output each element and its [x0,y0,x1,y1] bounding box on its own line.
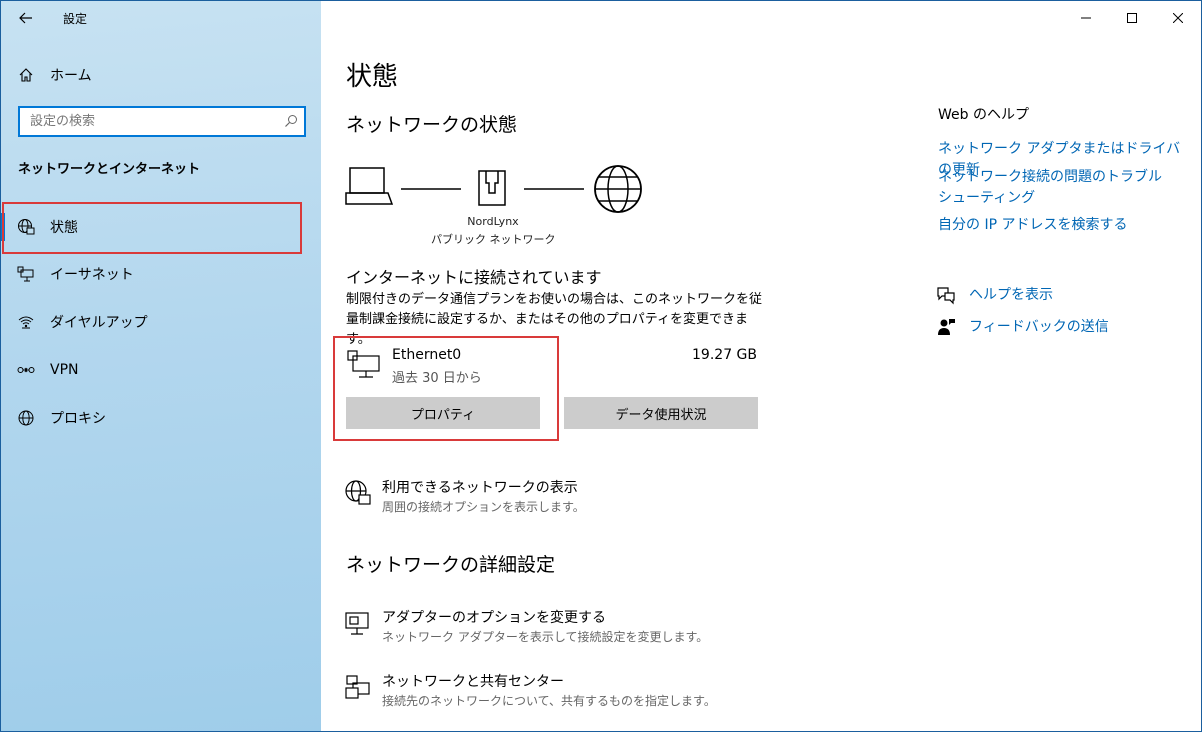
back-arrow-icon [19,12,32,24]
adapter-name: Ethernet0 [392,347,462,363]
help-link-find-ip[interactable]: 自分の IP アドレスを検索する [938,215,1188,236]
settings-window: 設定 ホーム ネットワークとインターネット 状態 イーサネット [0,0,1202,732]
feedback-person-icon [938,319,955,335]
sidebar-item-vpn[interactable]: VPN [1,346,321,394]
network-name: NordLynx [467,215,519,228]
sidebar-item-label: ダイヤルアップ [50,315,148,331]
adapter-options-icon [345,612,369,635]
app-title: 設定 [63,12,88,26]
page-title: 状態 [346,62,399,92]
show-networks-title: 利用できるネットワークの表示 [382,480,578,496]
ethernet-icon [17,265,35,283]
sidebar-item-dialup[interactable]: ダイヤルアップ [1,298,321,346]
proxy-globe-icon [17,409,35,427]
show-networks-desc: 周囲の接続オプションを表示します。 [382,500,585,514]
minimize-button[interactable] [1063,1,1109,35]
web-help-title: Web のヘルプ [938,107,1029,123]
sidebar-item-label: プロキシ [50,411,106,427]
sharing-center-title: ネットワークと共有センター [382,674,564,690]
search-input[interactable] [20,108,270,135]
settings-search[interactable] [18,106,306,137]
search-icon[interactable] [284,114,298,128]
back-button[interactable] [15,7,37,29]
sidebar-item-label: VPN [50,362,79,378]
laptop-icon [345,167,394,205]
minimize-icon [1081,17,1091,19]
close-icon [1173,13,1183,23]
get-help-link[interactable]: ヘルプを表示 [936,284,1176,306]
connection-status-title: インターネットに接続されています [346,268,602,287]
home-icon [17,66,35,84]
title-bar: 設定 [1,1,321,35]
sidebar-item-ethernet[interactable]: イーサネット [1,250,321,298]
properties-button[interactable]: プロパティ [346,397,540,429]
dialup-icon [17,313,35,331]
help-link-troubleshoot[interactable]: ネットワーク接続の問題のトラブルシューティング [938,167,1173,209]
adapter-options-title: アダプターのオプションを変更する [382,610,606,626]
globe-icon [594,165,642,213]
close-button[interactable] [1155,1,1201,35]
highlight-box-status [2,202,302,254]
send-feedback-label: フィードバックの送信 [969,319,1109,335]
sidebar: 設定 ホーム ネットワークとインターネット 状態 イーサネット [1,1,321,731]
sidebar-item-label: イーサネット [50,267,134,283]
ethernet-port-icon [478,170,506,206]
get-help-label: ヘルプを表示 [969,287,1053,303]
adapter-options-desc: ネットワーク アダプターを表示して接続設定を変更します。 [382,630,709,644]
network-status-heading: ネットワークの状態 [346,114,518,136]
vpn-icon [17,361,35,379]
sidebar-item-home[interactable]: ホーム [1,59,321,91]
globe-network-icon [345,480,371,505]
network-sharing-center-link[interactable]: ネットワークと共有センター 接続先のネットワークについて、共有するものを指定しま… [344,671,716,711]
sidebar-section-title: ネットワークとインターネット [18,162,201,177]
network-type: パブリック ネットワーク [431,233,556,246]
data-usage-amount: 19.27 GB [692,347,757,363]
sidebar-item-proxy[interactable]: プロキシ [1,394,321,442]
sidebar-item-label: ホーム [50,68,92,84]
chat-help-icon [937,287,955,305]
ethernet-adapter-icon [347,350,380,378]
show-available-networks-link[interactable]: 利用できるネットワークの表示 周囲の接続オプションを表示します。 [344,477,644,517]
maximize-button[interactable] [1109,1,1155,35]
sharing-center-icon [345,675,370,699]
advanced-settings-heading: ネットワークの詳細設定 [346,554,556,576]
send-feedback-link[interactable]: フィードバックの送信 [936,316,1176,338]
sharing-center-desc: 接続先のネットワークについて、共有するものを指定します。 [382,694,716,708]
data-usage-button[interactable]: データ使用状況 [564,397,758,429]
maximize-icon [1127,13,1137,23]
adapter-period: 過去 30 日から [392,371,482,386]
change-adapter-options-link[interactable]: アダプターのオプションを変更する ネットワーク アダプターを表示して接続設定を変… [344,607,708,647]
